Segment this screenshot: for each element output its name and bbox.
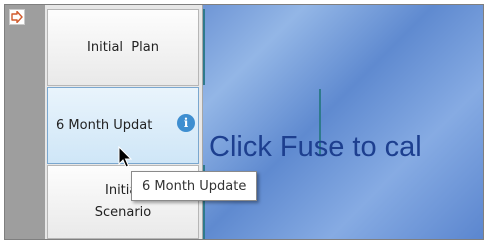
plan-tooltip: 6 Month Update [131,171,258,201]
fuse-hint-text: Click Fuse to cal [209,131,422,163]
left-gutter [5,5,45,239]
app-window: Initial Plan 6 Month Updat i Initial Sce… [4,4,484,240]
arrow-right-icon [11,11,23,23]
plan-button-label-line2: Scenario [94,205,152,220]
canvas-divider [203,9,205,85]
plan-list-panel: Initial Plan 6 Month Updat i Initial Sce… [45,5,203,239]
tooltip-text: 6 Month Update [142,178,247,194]
plan-button-label: 6 Month Updat [56,118,153,133]
mouse-cursor-icon [118,146,133,168]
plan-initial-plan-button[interactable]: Initial Plan [47,9,199,86]
schedule-canvas[interactable] [203,5,483,239]
expand-sidebar-button[interactable] [9,9,25,25]
plan-button-label: Initial Plan [87,40,159,55]
info-icon[interactable]: i [177,114,195,132]
